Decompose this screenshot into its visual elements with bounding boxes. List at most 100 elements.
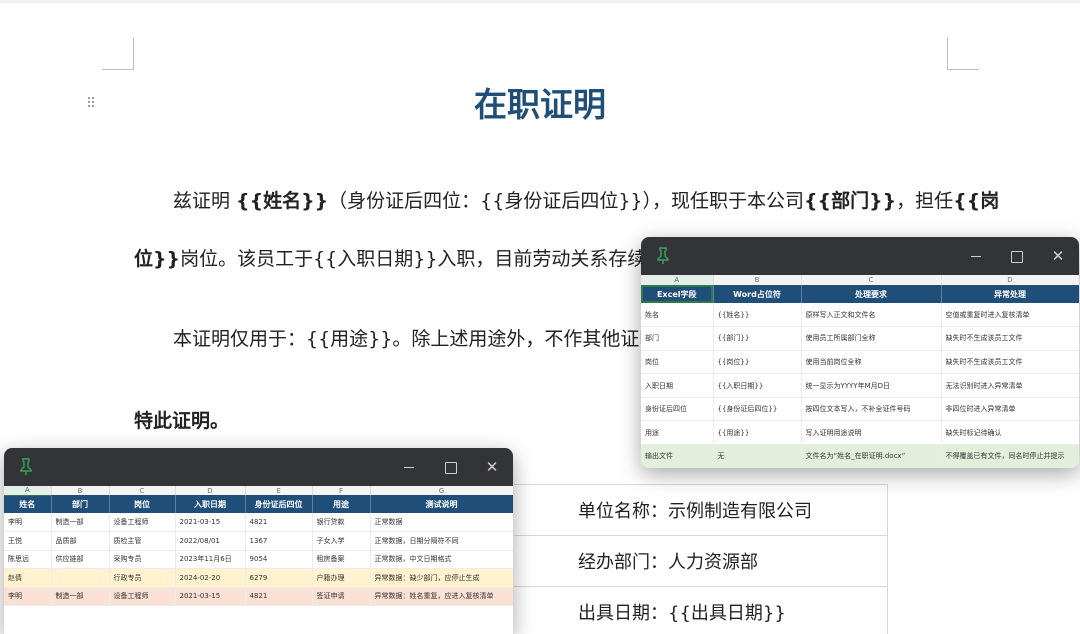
table-cell[interactable]: 写入证明用途说明 xyxy=(801,420,942,446)
minimize-icon[interactable] xyxy=(966,246,986,257)
column-letter[interactable]: B xyxy=(51,486,110,495)
minimize-icon[interactable] xyxy=(399,457,419,468)
table-cell[interactable]: 2021-03-15 xyxy=(175,513,246,532)
header-cell[interactable]: 身份证后四位 xyxy=(245,495,313,513)
column-letter[interactable]: G xyxy=(370,486,513,495)
table-cell[interactable]: 缺失时不生成该员工文件 xyxy=(941,326,1079,351)
table-cell[interactable]: 异常数据：姓名重复，应进入复核清单 xyxy=(370,587,513,606)
table-cell[interactable]: {{用途}} xyxy=(713,420,802,446)
column-letter[interactable]: F xyxy=(312,486,371,495)
table-cell[interactable]: 采购专员 xyxy=(109,550,176,569)
table-cell[interactable]: 使用员工所属部门全称 xyxy=(801,326,942,351)
table-cell[interactable]: 正常数据，中文日期格式 xyxy=(370,550,513,569)
table-cell[interactable]: 2021-03-15 xyxy=(175,587,246,606)
header-cell[interactable]: 测试说明 xyxy=(370,495,513,513)
column-letter[interactable]: D xyxy=(941,275,1079,285)
column-letter[interactable]: A xyxy=(4,486,52,496)
table-cell[interactable]: {{岗位}} xyxy=(713,350,802,375)
header-cell[interactable]: 部门 xyxy=(51,495,110,513)
header-cell[interactable]: 处理要求 xyxy=(801,285,942,303)
table-cell[interactable]: 子女入学 xyxy=(312,531,371,551)
column-letter[interactable]: A xyxy=(641,275,714,286)
table-cell[interactable]: 岗位 xyxy=(641,350,714,375)
table-cell[interactable]: 输出文件 xyxy=(641,444,714,468)
close-icon[interactable]: ✕ xyxy=(482,457,502,477)
table-cell[interactable]: 设备工程师 xyxy=(109,587,176,606)
table-cell[interactable]: 正常数据 xyxy=(370,513,513,532)
employee-data-window[interactable]: ✕ A B C D E F G 姓名 部门 岗位 入职日期 身份证后四位 用途 … xyxy=(4,448,513,634)
table-cell[interactable]: 身份证后四位 xyxy=(641,397,714,422)
table-cell[interactable]: 非四位时进入异常清单 xyxy=(941,397,1079,422)
table-cell[interactable]: 陈思远 xyxy=(4,550,52,569)
table-cell[interactable]: 4821 xyxy=(245,513,313,532)
table-cell[interactable]: 李明 xyxy=(4,587,52,606)
table-cell[interactable]: 2023年11月6日 xyxy=(175,550,246,569)
window-titlebar[interactable]: ✕ xyxy=(641,237,1079,275)
table-cell[interactable]: 供应链部 xyxy=(51,550,110,569)
table-cell[interactable]: {{部门}} xyxy=(713,326,802,351)
table-cell[interactable]: {{姓名}} xyxy=(713,303,802,328)
table-cell[interactable]: 原样写入正文和文件名 xyxy=(801,303,942,328)
pin-icon[interactable] xyxy=(655,247,671,265)
header-cell[interactable]: 姓名 xyxy=(4,495,52,513)
field-mapping-window[interactable]: ✕ A B C D Excel字段 Word占位符 处理要求 异常处理 姓名 {… xyxy=(641,237,1079,468)
table-cell[interactable]: 4821 xyxy=(245,587,313,606)
table-cell[interactable]: 王悦 xyxy=(4,531,52,551)
header-cell[interactable]: Excel字段 xyxy=(641,285,714,303)
header-cell[interactable]: 用途 xyxy=(312,495,371,513)
window-titlebar[interactable]: ✕ xyxy=(4,448,513,486)
table-cell[interactable]: 用途 xyxy=(641,420,714,446)
table-cell[interactable]: 部门 xyxy=(641,326,714,351)
table-cell[interactable]: 1367 xyxy=(245,531,313,551)
table-cell[interactable]: {{身份证后四位}} xyxy=(713,397,802,422)
header-cell[interactable]: 异常处理 xyxy=(941,285,1079,303)
table-cell[interactable]: 6279 xyxy=(245,568,313,588)
table-cell[interactable]: 设备工程师 xyxy=(109,513,176,532)
table-cell[interactable]: 租房备案 xyxy=(312,550,371,569)
header-cell[interactable]: Word占位符 xyxy=(713,285,802,303)
document-top-edge xyxy=(0,0,1080,3)
table-cell[interactable]: 使用当前岗位全称 xyxy=(801,350,942,375)
table-cell[interactable]: 质检主管 xyxy=(109,531,176,551)
maximize-icon[interactable] xyxy=(441,457,461,474)
table-cell[interactable]: 空值或重复时进入复核清单 xyxy=(941,303,1079,328)
table-cell[interactable]: 无法识别时进入异常清单 xyxy=(941,373,1079,398)
table-cell[interactable]: 缺失时不生成该员工文件 xyxy=(941,350,1079,375)
table-cell[interactable]: 李明 xyxy=(4,513,52,532)
table-cell[interactable] xyxy=(51,568,110,588)
maximize-icon[interactable] xyxy=(1007,246,1027,263)
header-cell[interactable]: 岗位 xyxy=(109,495,176,513)
column-letter[interactable]: B xyxy=(713,275,802,285)
table-cell[interactable]: {{入职日期}} xyxy=(713,373,802,398)
table-cell[interactable]: 2024-02-20 xyxy=(175,568,246,588)
column-letter[interactable]: C xyxy=(109,486,176,495)
table-cell[interactable]: 签证申请 xyxy=(312,587,371,606)
header-cell[interactable]: 入职日期 xyxy=(175,495,246,513)
column-letter[interactable]: E xyxy=(245,486,313,495)
table-cell[interactable]: 姓名 xyxy=(641,303,714,328)
table-cell[interactable]: 制造一部 xyxy=(51,587,110,606)
table-cell[interactable]: 缺失时标记待确认 xyxy=(941,420,1079,446)
table-cell[interactable]: 文件名为“姓名_在职证明.docx” xyxy=(801,444,942,468)
table-cell[interactable]: 银行贷款 xyxy=(312,513,371,532)
column-letter[interactable]: D xyxy=(175,486,246,495)
table-cell[interactable]: 不得覆盖已有文件，同名时停止并提示 xyxy=(941,444,1079,468)
table-cell[interactable]: 9054 xyxy=(245,550,313,569)
column-letter[interactable]: C xyxy=(801,275,942,285)
table-cell[interactable]: 统一显示为YYYY年M月D日 xyxy=(801,373,942,398)
pin-icon[interactable] xyxy=(18,458,34,476)
close-icon[interactable]: ✕ xyxy=(1048,246,1068,266)
table-cell[interactable]: 异常数据：缺少部门，应停止生成 xyxy=(370,568,513,588)
table-cell[interactable]: 按四位文本写入，不补全证件号码 xyxy=(801,397,942,422)
table-cell[interactable]: 制造一部 xyxy=(51,513,110,532)
table-cell[interactable]: 赵倩 xyxy=(4,568,52,588)
table-cell[interactable]: 正常数据，日期分隔符不同 xyxy=(370,531,513,551)
table-cell[interactable]: 品质部 xyxy=(51,531,110,551)
table-cell[interactable]: 2022/08/01 xyxy=(175,531,246,551)
table-cell[interactable]: 户籍办理 xyxy=(312,568,371,588)
dept-placeholder: {{部门}} xyxy=(804,190,897,212)
table-cell[interactable]: 行政专员 xyxy=(109,568,176,588)
para1-mid1: （身份证后四位：{{身份证后四位}}），现任职于本公司 xyxy=(328,190,805,212)
table-cell[interactable]: 入职日期 xyxy=(641,373,714,398)
table-cell[interactable]: 无 xyxy=(713,444,802,468)
